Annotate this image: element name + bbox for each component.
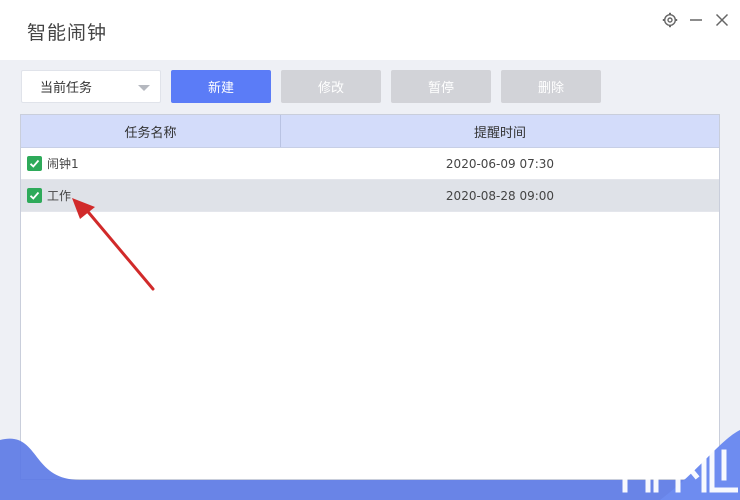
app-title: 智能闹钟	[27, 22, 108, 44]
reminder-time: 2020-06-09 07:30	[445, 156, 555, 171]
check-icon	[29, 191, 40, 200]
toolbar: 当前任务 新建 修改 暂停 删除	[21, 70, 721, 103]
delete-button[interactable]: 删除	[501, 70, 601, 103]
task-filter-select[interactable]: 当前任务	[21, 70, 161, 103]
settings-icon	[662, 12, 678, 28]
pause-button[interactable]: 暂停	[391, 70, 491, 103]
settings-button[interactable]	[660, 10, 680, 30]
task-table: 任务名称 提醒时间 闹钟1 2020-06-09 07:30 工作 2020-0…	[20, 114, 720, 480]
close-icon	[715, 13, 729, 27]
task-name: 闹钟1	[47, 157, 79, 171]
close-button[interactable]	[712, 10, 732, 30]
task-checkbox[interactable]	[27, 188, 42, 203]
window-controls	[660, 10, 732, 30]
task-name: 工作	[47, 189, 72, 203]
task-checkbox[interactable]	[27, 156, 42, 171]
task-name-cell: 工作	[21, 187, 281, 204]
column-header-task-name[interactable]: 任务名称	[21, 115, 281, 147]
title-bar: 智能闹钟	[0, 0, 740, 60]
minimize-button[interactable]	[686, 10, 706, 30]
minimize-icon	[690, 19, 702, 21]
new-button[interactable]: 新建	[171, 70, 271, 103]
reminder-time: 2020-08-28 09:00	[445, 188, 555, 203]
task-filter-value: 当前任务	[40, 81, 93, 96]
table-row[interactable]: 工作 2020-08-28 09:00	[21, 180, 719, 212]
table-header: 任务名称 提醒时间	[21, 115, 719, 148]
check-icon	[29, 159, 40, 168]
table-row[interactable]: 闹钟1 2020-06-09 07:30	[21, 148, 719, 180]
chevron-down-icon	[138, 85, 150, 91]
edit-button[interactable]: 修改	[281, 70, 381, 103]
task-name-cell: 闹钟1	[21, 155, 281, 172]
column-header-reminder-time[interactable]: 提醒时间	[281, 115, 719, 147]
